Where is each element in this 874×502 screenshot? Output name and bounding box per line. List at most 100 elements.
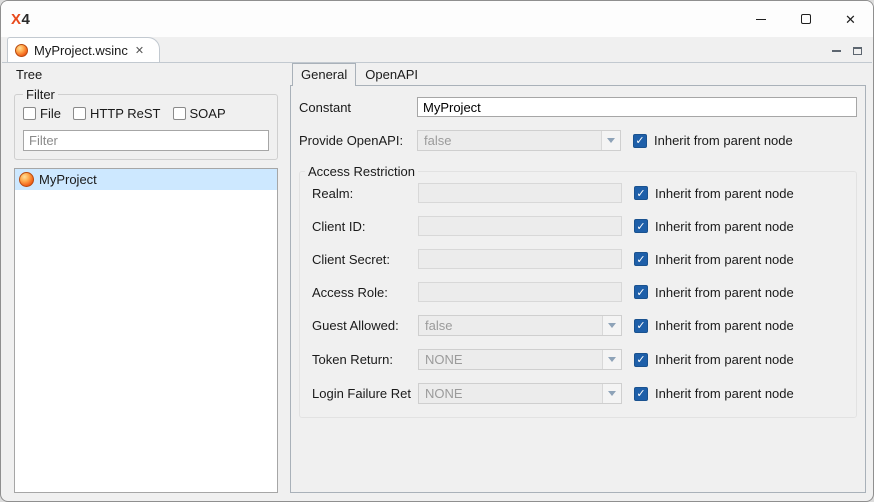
checkbox-unchecked-icon[interactable] — [23, 107, 36, 120]
checkbox-checked-icon[interactable] — [634, 353, 648, 367]
checkbox-checked-icon[interactable] — [634, 387, 648, 401]
checkbox-checked-icon[interactable] — [633, 134, 647, 148]
access-role-row: Access Role: Inherit from parent node — [312, 282, 856, 302]
editor-body: Tree Filter File HTTP ReST SOAP — [8, 63, 866, 493]
close-button[interactable]: ✕ — [828, 1, 873, 37]
minimize-icon — [756, 19, 766, 20]
checkbox-soap-label: SOAP — [190, 106, 226, 121]
chevron-down-icon — [602, 350, 621, 369]
filter-input[interactable] — [23, 130, 269, 151]
inherit-label: Inherit from parent node — [655, 352, 794, 367]
tree-item-label: MyProject — [39, 172, 97, 187]
maximize-icon — [801, 14, 811, 24]
minimize-view-icon[interactable] — [832, 50, 841, 52]
properties-tabs: General OpenAPI — [290, 63, 866, 85]
client-secret-label: Client Secret: — [312, 252, 418, 267]
app-logo: X4 — [11, 11, 30, 28]
guest-allowed-inherit-checkbox[interactable]: Inherit from parent node — [634, 318, 794, 333]
token-return-value: NONE — [425, 352, 463, 367]
window-controls: ✕ — [738, 1, 873, 37]
login-failure-select: NONE — [418, 383, 622, 404]
token-return-select: NONE — [418, 349, 622, 370]
inherit-label: Inherit from parent node — [655, 285, 794, 300]
client-id-row: Client ID: Inherit from parent node — [312, 216, 856, 236]
checkbox-soap[interactable]: SOAP — [173, 106, 226, 121]
guest-allowed-select: false — [418, 315, 622, 336]
client-id-field — [418, 216, 622, 236]
checkbox-checked-icon[interactable] — [634, 252, 648, 266]
client-secret-inherit-checkbox[interactable]: Inherit from parent node — [634, 252, 794, 267]
project-node-icon — [19, 172, 34, 187]
checkbox-unchecked-icon[interactable] — [173, 107, 186, 120]
token-return-inherit-checkbox[interactable]: Inherit from parent node — [634, 352, 794, 367]
inherit-label: Inherit from parent node — [655, 386, 794, 401]
access-role-inherit-checkbox[interactable]: Inherit from parent node — [634, 285, 794, 300]
access-restriction-rows: Realm: Inherit from parent node Client I… — [312, 183, 856, 404]
client-id-label: Client ID: — [312, 219, 418, 234]
access-restriction-group: Access Restriction Realm: Inherit from p… — [299, 164, 857, 418]
inherit-label: Inherit from parent node — [655, 219, 794, 234]
checkbox-checked-icon[interactable] — [634, 319, 648, 333]
access-role-field — [418, 282, 622, 302]
provide-openapi-inherit-checkbox[interactable]: Inherit from parent node — [633, 133, 793, 148]
inherit-label: Inherit from parent node — [655, 318, 794, 333]
properties-panel: General OpenAPI Constant Provide OpenAPI… — [284, 63, 866, 493]
constant-label: Constant — [299, 100, 417, 115]
editor-tab-bar: MyProject.wsinc ✕ — [2, 37, 872, 63]
editor-tab-label: MyProject.wsinc — [34, 43, 128, 58]
project-tree[interactable]: MyProject — [14, 168, 278, 493]
filter-group-legend: Filter — [23, 87, 58, 102]
provide-openapi-select: false — [417, 130, 621, 151]
provide-openapi-value: false — [424, 133, 451, 148]
tab-openapi[interactable]: OpenAPI — [356, 63, 427, 85]
login-failure-inherit-checkbox[interactable]: Inherit from parent node — [634, 386, 794, 401]
checkbox-http-rest[interactable]: HTTP ReST — [73, 106, 161, 121]
tab-general[interactable]: General — [292, 63, 356, 86]
constant-input[interactable] — [417, 97, 857, 117]
minimize-button[interactable] — [738, 1, 783, 37]
view-controls — [832, 47, 862, 62]
client-secret-row: Client Secret: Inherit from parent node — [312, 249, 856, 269]
inherit-label: Inherit from parent node — [655, 252, 794, 267]
token-return-label: Token Return: — [312, 352, 418, 367]
access-role-label: Access Role: — [312, 285, 418, 300]
login-failure-label: Login Failure Ret — [312, 386, 418, 401]
realm-label: Realm: — [312, 186, 418, 201]
checkbox-unchecked-icon[interactable] — [73, 107, 86, 120]
inherit-label: Inherit from parent node — [655, 186, 794, 201]
access-restriction-legend: Access Restriction — [305, 164, 418, 179]
realm-inherit-checkbox[interactable]: Inherit from parent node — [634, 186, 794, 201]
filter-checkbox-row: File HTTP ReST SOAP — [23, 106, 269, 121]
filter-group: Filter File HTTP ReST SOAP — [14, 87, 278, 160]
wsinc-file-icon — [15, 44, 28, 57]
inherit-label: Inherit from parent node — [654, 133, 793, 148]
login-failure-value: NONE — [425, 386, 463, 401]
editor-tab-myproject-wsinc[interactable]: MyProject.wsinc ✕ — [7, 37, 160, 62]
checkbox-http-rest-label: HTTP ReST — [90, 106, 161, 121]
maximize-button[interactable] — [783, 1, 828, 37]
checkbox-checked-icon[interactable] — [634, 186, 648, 200]
tab-close-icon[interactable]: ✕ — [134, 44, 145, 57]
maximize-view-icon[interactable] — [853, 47, 862, 55]
client-secret-field — [418, 249, 622, 269]
tree-item-myproject[interactable]: MyProject — [15, 169, 277, 190]
tree-panel: Tree Filter File HTTP ReST SOAP — [8, 63, 284, 493]
chevron-down-icon — [602, 316, 621, 335]
checkbox-checked-icon[interactable] — [634, 285, 648, 299]
chevron-down-icon — [602, 384, 621, 403]
guest-allowed-row: Guest Allowed: false Inherit from parent… — [312, 315, 856, 336]
realm-row: Realm: Inherit from parent node — [312, 183, 856, 203]
checkbox-file[interactable]: File — [23, 106, 61, 121]
app-window: X4 ✕ MyProject.wsinc ✕ Tree Filter — [0, 0, 874, 502]
general-form: Constant Provide OpenAPI: false Inherit … — [290, 85, 866, 493]
logo-4: 4 — [22, 11, 31, 28]
constant-row: Constant — [299, 97, 857, 117]
close-icon: ✕ — [845, 13, 856, 26]
client-id-inherit-checkbox[interactable]: Inherit from parent node — [634, 219, 794, 234]
titlebar: X4 ✕ — [1, 1, 873, 37]
checkbox-file-label: File — [40, 106, 61, 121]
tree-heading: Tree — [16, 67, 280, 82]
guest-allowed-label: Guest Allowed: — [312, 318, 418, 333]
checkbox-checked-icon[interactable] — [634, 219, 648, 233]
logo-x: X — [11, 11, 22, 28]
